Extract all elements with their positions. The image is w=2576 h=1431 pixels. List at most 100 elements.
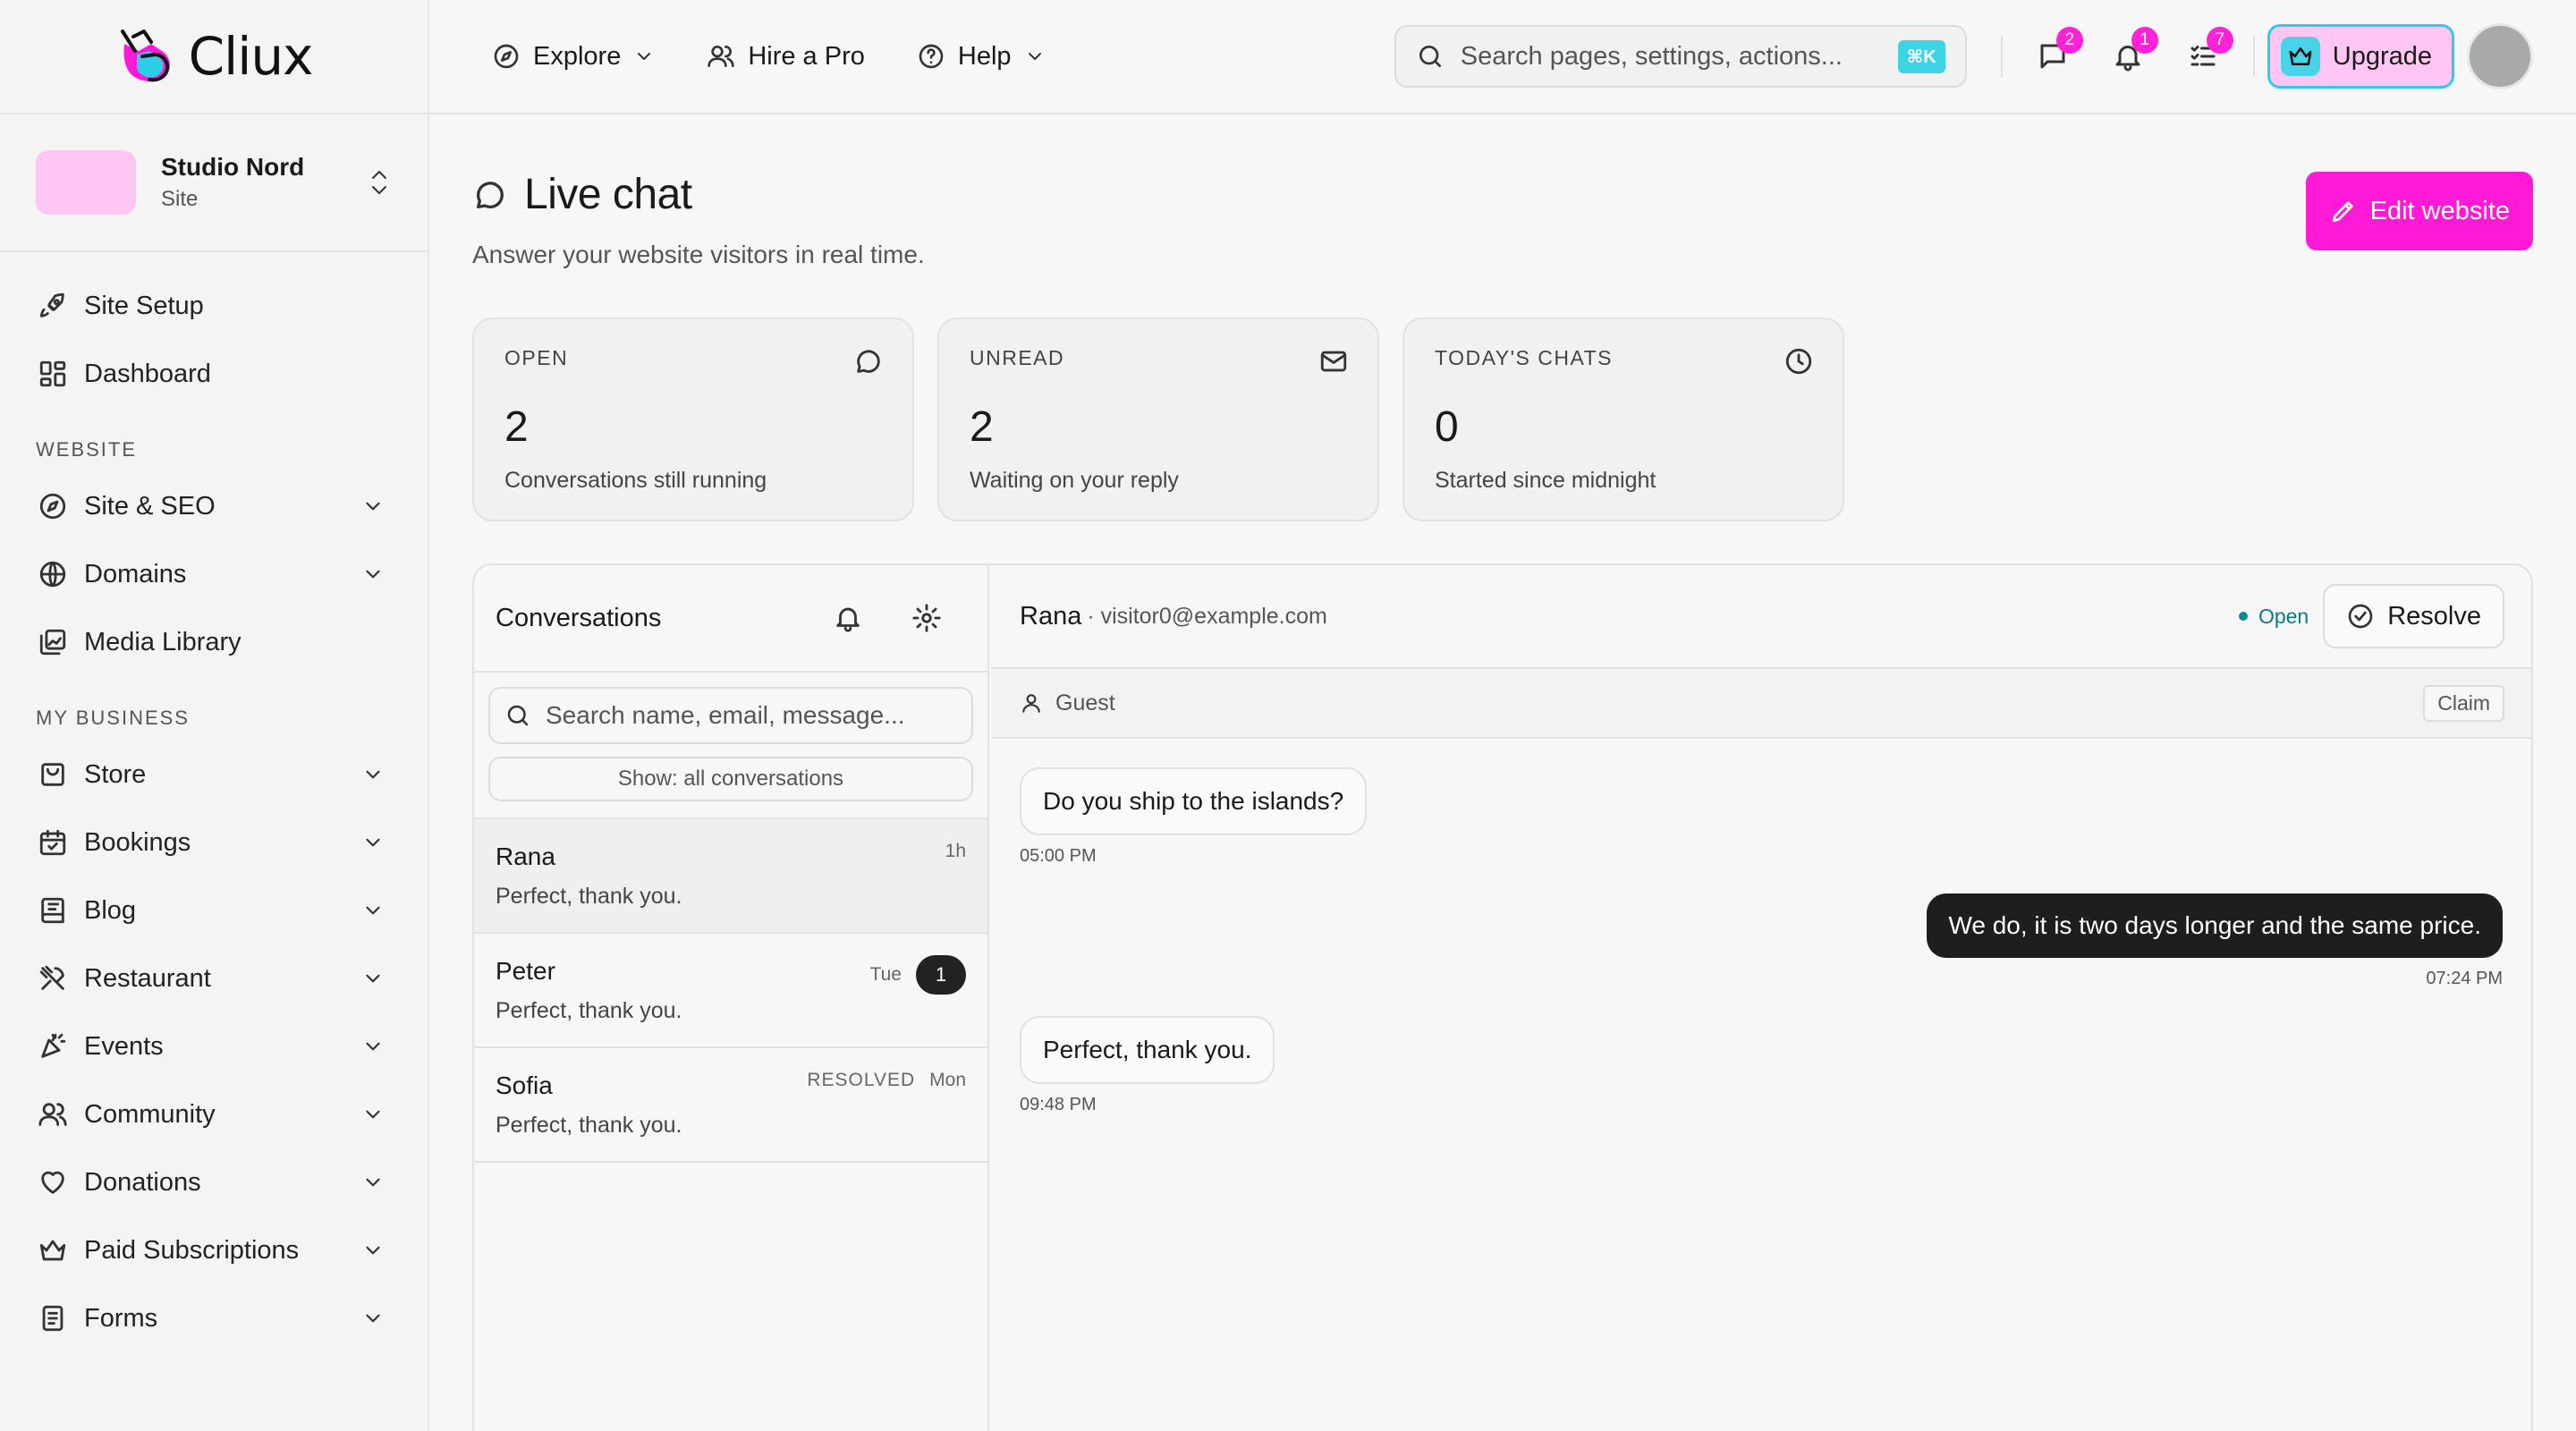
sidebar-item-donations[interactable]: Donations [0,1148,428,1216]
sidebar-item-site-setup[interactable]: Site Setup [0,272,428,340]
sidebar-item-community[interactable]: Community [0,1080,428,1148]
sidebar: Cliux Studio Nord Site Site Setup Dashbo… [0,0,429,1431]
user-icon [1022,694,1040,713]
conversation-preview: Perfect, thank you. [496,1113,682,1138]
sidebar-item-store[interactable]: Store [0,741,428,809]
sidebar-item-label: Blog [84,895,137,925]
sidebar-item-label: Community [84,1099,216,1129]
help-menu[interactable]: Help [917,42,1046,72]
site-name: Studio Nord [161,153,305,181]
brand-name: Cliux [188,26,314,87]
users-icon [708,46,734,67]
message-list: Do you ship to the islands? 05:00 PM We … [991,739,2531,1171]
help-circle-icon [919,44,944,69]
conversation-list: Conversations Search name, email, messag… [474,565,989,1431]
clock-icon [1785,348,1812,375]
sidebar-item-blog[interactable]: Blog [0,876,428,944]
hire-pro-link[interactable]: Hire a Pro [707,42,865,72]
sidebar-item-site-seo[interactable]: Site & SEO [0,472,428,540]
search-icon [1419,46,1441,67]
chat-settings-button[interactable] [887,603,966,633]
compass-icon [39,493,66,520]
message-bubble: Perfect, thank you. [1020,1016,1275,1084]
sidebar-item-label: Paid Subscriptions [84,1235,300,1265]
sidebar-item-label: Restaurant [84,963,211,993]
chevron-down-icon [1028,53,1041,60]
users-icon [38,1103,67,1126]
stat-label: UNREAD [970,346,1065,369]
message-time: 09:48 PM [1020,1095,1097,1114]
sidebar-item-label: Domains [84,559,187,588]
check-circle-icon [2348,604,2373,629]
conversation-item[interactable]: Rana Perfect, thank you. 1h [474,819,987,934]
page-title: Live chat [524,171,692,218]
conversation-item[interactable]: Sofia Perfect, thank you. RESOLVED Mon [474,1048,987,1163]
sidebar-item-forms[interactable]: Forms [0,1284,428,1352]
hand-logo-icon [120,30,170,82]
tasks-button[interactable]: 7 [2165,25,2241,88]
global-search[interactable]: Search pages, settings, actions... ⌘K [1394,25,1967,88]
stats-row: OPEN 2 Conversations still running UNREA… [472,318,2533,521]
sidebar-item-media-library[interactable]: Media Library [0,608,428,676]
sidebar-item-events[interactable]: Events [0,1012,428,1080]
tasks-badge: 7 [2206,27,2233,54]
page-subtitle: Answer your website visitors in real tim… [472,241,925,268]
stat-description: Conversations still running [504,468,767,493]
upgrade-button[interactable]: Upgrade [2267,24,2454,89]
conversation-status: RESOLVED [807,1070,916,1090]
conversation-time: Mon [929,1070,966,1090]
notification-settings-button[interactable] [809,603,887,633]
status-dot [2238,612,2248,621]
conversation-item[interactable]: Peter Perfect, thank you. Tue 1 [474,934,987,1048]
edit-website-button[interactable]: Edit website [2305,172,2533,250]
upgrade-label: Upgrade [2332,41,2432,71]
crown-icon [39,1240,66,1261]
sidebar-item-label: Dashboard [84,359,211,388]
messages-badge: 2 [2055,27,2083,54]
conversation-search-input[interactable]: Search name, email, message... [488,687,973,744]
edit-website-label: Edit website [2369,196,2510,225]
brand-logo[interactable]: Cliux [0,0,428,114]
sidebar-item-domains[interactable]: Domains [0,540,428,608]
sidebar-item-label: Donations [84,1167,201,1197]
chevron-down-icon [366,974,380,983]
chevron-down-icon [366,1042,380,1051]
sidebar-item-bookings[interactable]: Bookings [0,809,428,876]
explore-menu[interactable]: Explore [492,42,655,72]
sidebar-item-paid-subscriptions[interactable]: Paid Subscriptions [0,1216,428,1284]
main-content: Live chat Answer your website visitors i… [472,114,2533,1431]
notifications-button[interactable]: 1 [2090,25,2165,88]
sidebar-item-label: Store [84,759,147,789]
gear-icon [912,604,941,632]
stat-value: 2 [970,403,994,451]
sidebar-item-label: Media Library [84,627,242,656]
message-time: 07:24 PM [2426,969,2503,988]
claim-button[interactable]: Claim [2423,684,2504,722]
message-time: 05:00 PM [1020,846,1097,866]
resolve-button[interactable]: Resolve [2323,584,2504,648]
message-incoming: Do you ship to the islands? 05:00 PM [1020,767,2503,867]
visitor-email: · visitor0@example.com [1087,603,1327,629]
messages-button[interactable]: 2 [2015,25,2090,88]
user-avatar[interactable] [2467,23,2533,89]
conversation-time: 1h [945,841,966,861]
conversation-filter[interactable]: Show: all conversations [488,757,973,801]
conversation-search-placeholder: Search name, email, message... [546,701,905,729]
chat-status: Open [2238,605,2309,629]
sidebar-item-dashboard[interactable]: Dashboard [0,340,428,408]
chevron-down-icon [366,570,380,579]
stat-description: Waiting on your reply [970,468,1179,493]
message-incoming: Perfect, thank you. 09:48 PM [1020,1016,2503,1115]
sidebar-item-restaurant[interactable]: Restaurant [0,944,428,1012]
conversation-time: Tue [869,964,902,985]
sidebar-section-title: MY BUSINESS [36,707,190,729]
party-icon [41,1033,66,1058]
visitor-name: Rana [1020,601,1082,631]
chevron-updown-icon [372,171,386,194]
chevron-down-icon [366,1314,380,1323]
bell-icon [836,607,860,632]
unread-count-badge: 1 [916,955,966,995]
site-switcher[interactable]: Studio Nord Site [0,114,428,252]
chat-bubble-icon [477,181,504,208]
globe-icon [39,561,66,588]
